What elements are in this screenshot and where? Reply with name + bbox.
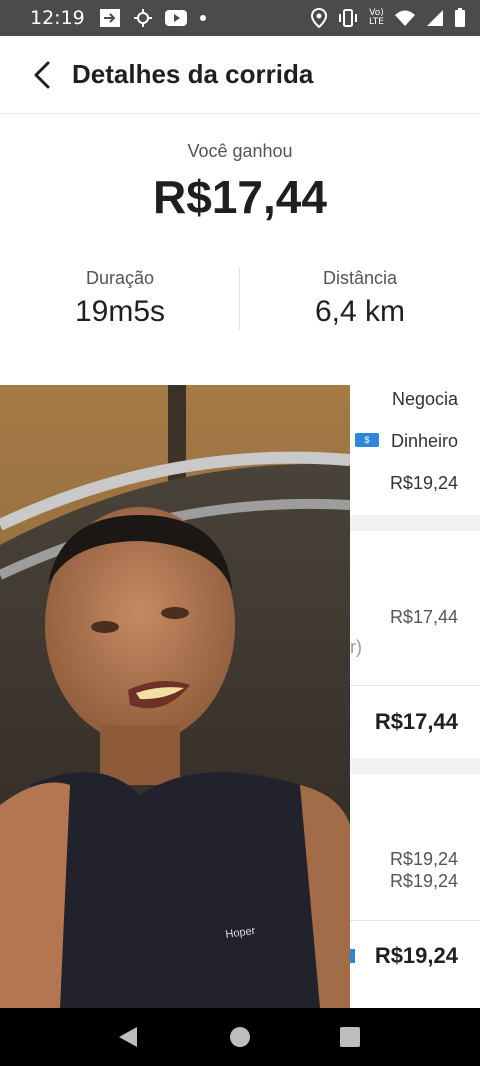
negotiation-label: Negocia	[391, 389, 458, 409]
cash-icon-partial	[350, 949, 355, 963]
duration-value: 19m5s	[74, 295, 166, 328]
status-bar: 12:19 Vo) LTE	[0, 0, 480, 36]
earnings-label: Você ganhou	[187, 141, 293, 161]
trip-price: R$19,24	[389, 473, 458, 493]
duration-label: Duração	[85, 268, 155, 288]
earnings-line-fragment: r)	[350, 637, 362, 657]
dot-icon	[199, 14, 207, 22]
distance-value: 6,4 km	[314, 295, 406, 328]
nav-recents-button[interactable]	[330, 1017, 370, 1057]
battery-icon	[454, 8, 466, 28]
duration-stat: Duração 19m5s	[0, 268, 240, 329]
youtube-icon	[164, 10, 187, 26]
triangle-back-icon	[119, 1027, 137, 1047]
payment-method: Dinheiro	[390, 431, 458, 451]
page-title: Detalhes da corrida	[72, 59, 314, 89]
wifi-icon	[394, 9, 416, 27]
distance-label: Distância	[322, 268, 398, 288]
location-icon	[311, 8, 328, 28]
status-time: 12:19	[30, 7, 85, 29]
fare-line-1: R$19,24	[389, 849, 458, 869]
status-left-icons	[99, 8, 207, 28]
cash-icon: $	[355, 433, 379, 447]
trip-details-list: Negocia $ Dinheiro R$19,24 R$17,44 r) R$…	[350, 385, 480, 999]
camera-feed-image: Hoper	[0, 385, 350, 1008]
square-recents-icon	[340, 1027, 360, 1047]
circle-home-icon	[230, 1027, 250, 1047]
earnings-total: R$17,44	[374, 709, 458, 734]
distance-stat: Distância 6,4 km	[240, 268, 480, 329]
app-header: Detalhes da corrida	[0, 36, 480, 114]
section-divider	[350, 515, 480, 531]
camera-overlay[interactable]: Hoper	[0, 385, 350, 1008]
nav-back-button[interactable]	[108, 1017, 148, 1057]
fare-total: R$19,24	[374, 943, 458, 968]
system-nav-bar	[0, 1008, 480, 1066]
nav-home-button[interactable]	[220, 1017, 260, 1057]
signal-icon	[426, 9, 444, 27]
settings-icon	[133, 8, 153, 28]
earnings-line-value: R$17,44	[389, 607, 458, 627]
lte-icon: Vo) LTE	[369, 8, 384, 27]
row-divider	[350, 920, 480, 921]
cast-icon	[99, 8, 121, 28]
back-button[interactable]	[22, 55, 62, 95]
vibrate-icon	[337, 9, 359, 27]
earnings-amount: R$17,44	[153, 171, 327, 223]
fare-line-2: R$19,24	[389, 871, 458, 891]
section-divider	[350, 758, 480, 774]
back-arrow-icon	[34, 61, 50, 88]
status-right-icons: Vo) LTE	[311, 8, 466, 28]
row-divider	[350, 685, 480, 686]
